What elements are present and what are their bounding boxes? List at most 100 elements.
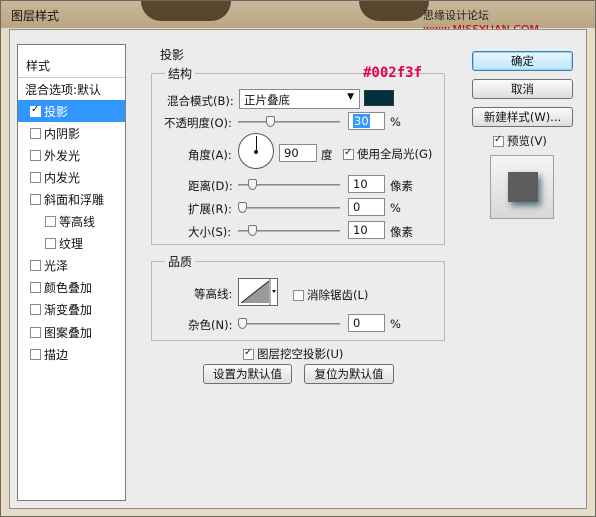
opacity-input[interactable]: 30	[348, 112, 385, 130]
knockout-checkbox[interactable]: 图层挖空投影(U)	[243, 346, 343, 362]
size-input[interactable]: 10	[348, 221, 385, 239]
styles-list-item[interactable]: 内发光	[18, 166, 125, 188]
noise-label: 杂色(N):	[188, 318, 233, 332]
style-checkbox-icon[interactable]	[30, 348, 41, 360]
style-checkbox-icon[interactable]	[30, 282, 41, 294]
global-light-checkbox[interactable]: 使用全局光(G)	[343, 146, 432, 162]
angle-dial[interactable]	[238, 133, 274, 169]
knockout-check-icon[interactable]	[243, 347, 254, 360]
spread-label: 扩展(R):	[188, 202, 232, 216]
background-blur	[359, 1, 429, 21]
style-checkbox-icon[interactable]	[30, 260, 41, 272]
global-light-check-icon[interactable]	[343, 147, 354, 160]
distance-label: 距离(D):	[188, 179, 233, 193]
distance-input[interactable]: 10	[348, 175, 385, 193]
title-bar[interactable]: 图层样式 思缘设计论坛 www.MISSYUAN.COM	[1, 1, 595, 36]
distance-slider[interactable]	[238, 179, 340, 190]
styles-list-header[interactable]: 样式	[18, 45, 125, 78]
angle-dial-center	[254, 150, 258, 154]
styles-list-item[interactable]: 内阴影	[18, 122, 125, 144]
style-checkbox-icon[interactable]	[45, 216, 56, 228]
styles-list-item-label: 等高线	[59, 215, 96, 230]
make-default-button[interactable]: 设置为默认值	[203, 364, 292, 384]
styles-list-item[interactable]: 投影	[18, 100, 125, 123]
styles-list-item-label: 内发光	[44, 170, 81, 185]
noise-input[interactable]: 0	[348, 314, 385, 332]
layer-style-dialog: 图层样式 思缘设计论坛 www.MISSYUAN.COM 样式 混合选项:默认投…	[0, 0, 596, 517]
ok-button[interactable]: 确定	[472, 51, 573, 71]
styles-list-item[interactable]: 描边	[18, 343, 125, 365]
angle-unit: 度	[321, 148, 333, 162]
shadow-color-swatch[interactable]	[364, 90, 394, 106]
opacity-slider-thumb[interactable]	[266, 116, 275, 127]
structure-title: 结构	[165, 65, 196, 82]
style-checkbox-icon[interactable]	[45, 238, 56, 250]
section-title: 投影	[157, 46, 188, 63]
contour-picker[interactable]	[238, 278, 278, 306]
color-annotation: #002f3f	[363, 65, 423, 81]
styles-list-item[interactable]: 颜色叠加	[18, 277, 125, 299]
spread-input[interactable]: 0	[348, 198, 385, 216]
styles-list-item-label: 内阴影	[44, 126, 81, 141]
styles-list-items: 混合选项:默认投影内阴影外发光内发光斜面和浮雕等高线纹理光泽颜色叠加渐变叠加图案…	[18, 78, 125, 365]
dropdown-arrow-icon: ▼	[347, 92, 354, 102]
opacity-label: 不透明度(O):	[164, 116, 232, 130]
anti-alias-check-icon[interactable]	[293, 289, 304, 301]
size-label: 大小(S):	[188, 225, 232, 239]
style-checkbox-icon[interactable]	[30, 304, 41, 316]
style-preview	[490, 155, 554, 219]
styles-list-item[interactable]: 光泽	[18, 255, 125, 277]
new-style-button[interactable]: 新建样式(W)...	[472, 107, 573, 127]
style-checkbox-icon[interactable]	[30, 127, 41, 139]
styles-list-item[interactable]: 图案叠加	[18, 321, 125, 343]
spread-unit: %	[390, 201, 401, 215]
styles-list-item[interactable]: 混合选项:默认	[18, 78, 125, 100]
noise-slider[interactable]	[238, 318, 340, 329]
dialog-title: 图层样式	[11, 9, 60, 23]
spread-slider[interactable]	[238, 202, 340, 213]
noise-unit: %	[390, 317, 401, 331]
styles-list-item-label: 纹理	[59, 237, 84, 252]
quality-title: 品质	[165, 253, 196, 270]
opacity-slider[interactable]	[238, 116, 340, 127]
style-checkbox-icon[interactable]	[30, 149, 41, 161]
size-slider-thumb[interactable]	[248, 225, 257, 236]
style-checkbox-icon[interactable]	[30, 171, 41, 183]
blend-mode-select[interactable]: 正片叠底 ▼	[239, 89, 360, 109]
cancel-button[interactable]: 取消	[472, 79, 573, 99]
styles-list-item-label: 混合选项:默认	[25, 82, 102, 97]
styles-list-item-label: 投影	[44, 104, 69, 119]
size-unit: 像素	[390, 225, 413, 239]
styles-list-item[interactable]: 外发光	[18, 144, 125, 166]
angle-label: 角度(A):	[188, 148, 232, 162]
preview-square	[508, 172, 538, 202]
spread-slider-thumb[interactable]	[238, 202, 247, 213]
styles-list: 样式 混合选项:默认投影内阴影外发光内发光斜面和浮雕等高线纹理光泽颜色叠加渐变叠…	[17, 44, 126, 501]
distance-unit: 像素	[390, 179, 413, 193]
styles-list-item-label: 斜面和浮雕	[44, 193, 105, 208]
styles-list-item-label: 光泽	[44, 259, 69, 274]
styles-list-item-label: 图案叠加	[44, 325, 93, 340]
styles-list-item-label: 外发光	[44, 148, 81, 163]
style-checkbox-icon[interactable]	[30, 326, 41, 338]
distance-slider-thumb[interactable]	[248, 179, 257, 190]
contour-linear-icon	[240, 279, 276, 305]
preview-checkbox[interactable]: 预览(V)	[493, 133, 547, 149]
reset-default-button[interactable]: 复位为默认值	[304, 364, 394, 384]
size-slider[interactable]	[238, 225, 340, 236]
styles-list-item[interactable]: 纹理	[18, 233, 125, 255]
styles-list-item-label: 颜色叠加	[44, 281, 93, 296]
opacity-unit: %	[390, 115, 401, 129]
styles-list-item-label: 渐变叠加	[44, 303, 93, 318]
styles-list-item[interactable]: 渐变叠加	[18, 299, 125, 321]
anti-alias-checkbox[interactable]: 消除锯齿(L)	[293, 287, 368, 303]
style-checkbox-icon[interactable]	[30, 104, 41, 117]
style-checkbox-icon[interactable]	[30, 194, 41, 206]
background-blur	[141, 1, 231, 21]
styles-list-item[interactable]: 等高线	[18, 211, 125, 233]
preview-check-icon[interactable]	[493, 134, 504, 147]
styles-list-item[interactable]: 斜面和浮雕	[18, 188, 125, 210]
angle-input[interactable]: 90	[279, 144, 317, 162]
noise-slider-thumb[interactable]	[238, 318, 247, 329]
styles-list-item-label: 描边	[44, 347, 69, 362]
